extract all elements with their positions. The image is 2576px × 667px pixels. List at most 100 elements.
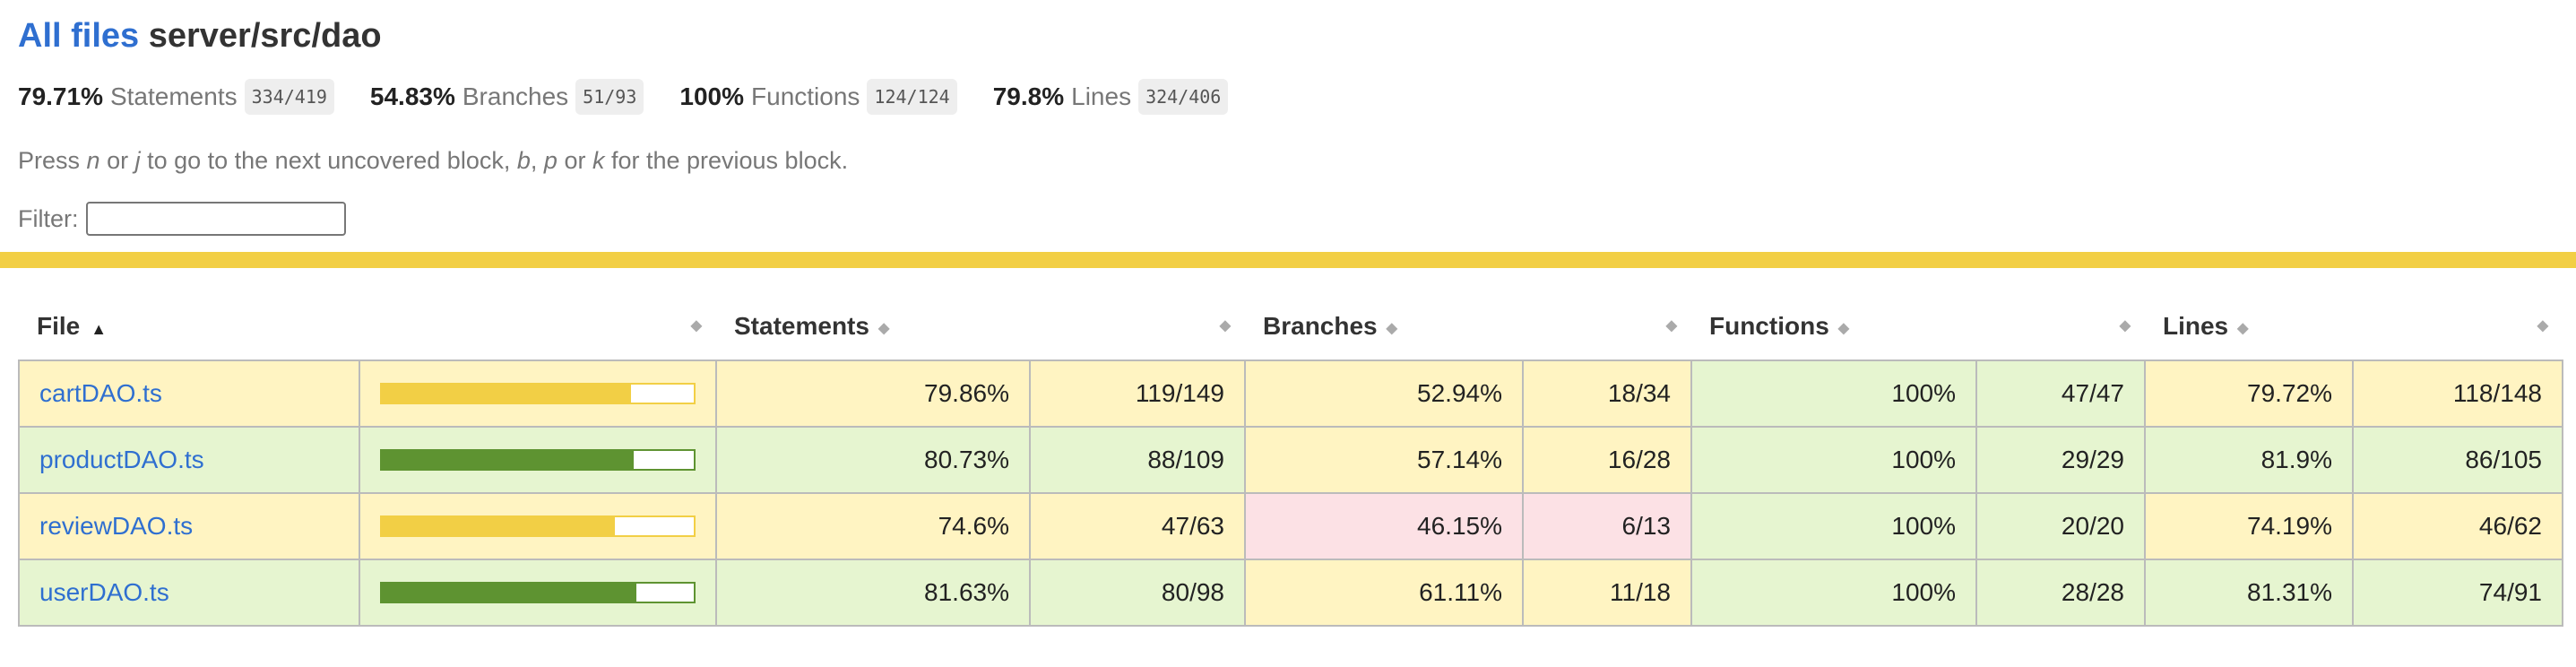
sort-icon: ◆ xyxy=(1837,320,1850,336)
functions-fraction: 20/20 xyxy=(1975,492,2146,560)
sort-icon: ◆ xyxy=(877,320,890,336)
page-title: All files server/src/dao xyxy=(18,0,2558,59)
summary-fraction: 51/93 xyxy=(575,79,644,115)
keyboard-hint: Press n or j to go to the next uncovered… xyxy=(18,147,849,174)
summary-pct: 79.71% xyxy=(18,82,103,110)
branches-fraction: 16/28 xyxy=(1522,426,1692,494)
coverage-bar-fill xyxy=(382,517,615,535)
statements-fraction: 88/109 xyxy=(1029,426,1246,494)
sort-icon: ◆ xyxy=(2537,318,2548,334)
col-statements-raw[interactable]: ◆ xyxy=(1030,293,1245,360)
coverage-bar-cell xyxy=(359,426,717,494)
statements-fraction: 80/98 xyxy=(1029,559,1246,627)
col-file-bar[interactable]: ◆ xyxy=(359,293,716,360)
branches-fraction: 11/18 xyxy=(1522,559,1692,627)
branches-fraction: 6/13 xyxy=(1522,492,1692,560)
summary-pct: 79.8% xyxy=(992,82,1065,110)
filter-label: Filter: xyxy=(18,204,79,232)
summary-branches: 54.83% Branches 51/93 xyxy=(370,79,644,115)
statements-pct: 80.73% xyxy=(715,426,1031,494)
functions-pct: 100% xyxy=(1690,492,1977,560)
all-files-link[interactable]: All files xyxy=(18,17,139,55)
summary-functions: 100% Functions 124/124 xyxy=(679,79,957,115)
lines-pct: 81.31% xyxy=(2144,559,2354,627)
sort-icon: ◆ xyxy=(2237,320,2249,336)
statements-pct: 79.86% xyxy=(715,359,1031,428)
col-branches-raw[interactable]: ◆ xyxy=(1523,293,1691,360)
file-link[interactable]: userDAO.ts xyxy=(39,578,169,606)
col-functions-raw[interactable]: ◆ xyxy=(1976,293,2145,360)
branches-pct: 61.11% xyxy=(1244,559,1524,627)
sort-asc-icon: ▲ xyxy=(91,320,108,338)
table-row: userDAO.ts 81.63% 80/98 61.11% 11/18 100% 28/2… xyxy=(18,559,2563,627)
branches-pct: 52.94% xyxy=(1244,359,1524,428)
file-cell: productDAO.ts xyxy=(18,426,360,494)
file-link[interactable]: reviewDAO.ts xyxy=(39,512,193,540)
statements-pct: 81.63% xyxy=(715,559,1031,627)
lines-pct: 74.19% xyxy=(2144,492,2354,560)
summary-pct: 100% xyxy=(679,82,745,110)
coverage-bar-fill xyxy=(382,451,634,469)
table-row: cartDAO.ts 79.86% 119/149 52.94% 18/34 100% 47… xyxy=(18,359,2563,428)
col-lines[interactable]: Lines ◆ xyxy=(2145,293,2353,360)
lines-fraction: 118/148 xyxy=(2352,359,2563,428)
table-row: productDAO.ts 80.73% 88/109 57.14% 16/28 100%… xyxy=(18,426,2563,494)
coverage-bar-cell xyxy=(359,359,717,428)
col-statements[interactable]: Statements ◆ xyxy=(716,293,1030,360)
branches-pct: 57.14% xyxy=(1244,426,1524,494)
functions-pct: 100% xyxy=(1690,559,1977,627)
functions-fraction: 47/47 xyxy=(1975,359,2146,428)
coverage-bar-fill xyxy=(382,584,637,602)
file-cell: cartDAO.ts xyxy=(18,359,360,428)
summary-label: Lines xyxy=(1071,82,1132,110)
lines-fraction: 74/91 xyxy=(2352,559,2563,627)
coverage-bar-cell xyxy=(359,492,717,560)
coverage-bar xyxy=(380,582,696,603)
sort-icon: ◆ xyxy=(1386,320,1397,336)
summary-pct: 54.83% xyxy=(369,82,455,110)
col-functions[interactable]: Functions ◆ xyxy=(1691,293,1976,360)
col-branches[interactable]: Branches ◆ xyxy=(1245,293,1523,360)
col-file[interactable]: File ▲ xyxy=(19,293,359,360)
sort-icon: ◆ xyxy=(2119,318,2131,334)
lines-pct: 81.9% xyxy=(2144,426,2354,494)
coverage-table: File ▲ ◆ Statements ◆ ◆ Branches ◆ ◆ Functi… xyxy=(18,293,2563,627)
functions-fraction: 29/29 xyxy=(1975,426,2146,494)
summary-statements: 79.71% Statements 334/419 xyxy=(18,79,334,115)
coverage-bar xyxy=(380,515,696,537)
functions-pct: 100% xyxy=(1690,359,1977,428)
col-lines-raw[interactable]: ◆ xyxy=(2353,293,2563,360)
coverage-bar-fill xyxy=(382,385,631,403)
filter-input[interactable] xyxy=(85,202,346,236)
lines-fraction: 46/62 xyxy=(2352,492,2563,560)
branches-fraction: 18/34 xyxy=(1522,359,1692,428)
file-cell: userDAO.ts xyxy=(18,559,360,627)
lines-pct: 79.72% xyxy=(2144,359,2354,428)
coverage-bar-cell xyxy=(359,559,717,627)
sort-icon: ◆ xyxy=(690,318,702,334)
statements-pct: 74.6% xyxy=(715,492,1031,560)
coverage-bar xyxy=(380,449,696,471)
status-bar xyxy=(0,252,2576,268)
coverage-summary: 79.71% Statements 334/419 54.83% Branche… xyxy=(18,77,2558,117)
summary-fraction: 124/124 xyxy=(867,79,957,115)
summary-label: Functions xyxy=(751,82,860,110)
table-row: reviewDAO.ts 74.6% 47/63 46.15% 6/13 100% 20/2… xyxy=(18,492,2563,560)
directory-path: server/src/dao xyxy=(148,17,382,55)
summary-label: Statements xyxy=(109,82,238,110)
summary-label: Branches xyxy=(462,82,569,110)
functions-pct: 100% xyxy=(1690,426,1977,494)
filter-row: Filter: xyxy=(18,202,2558,236)
statements-fraction: 47/63 xyxy=(1029,492,1246,560)
coverage-bar xyxy=(380,383,696,404)
sort-icon: ◆ xyxy=(1219,318,1231,334)
lines-fraction: 86/105 xyxy=(2352,426,2563,494)
file-link[interactable]: productDAO.ts xyxy=(39,446,204,473)
summary-fraction: 324/406 xyxy=(1138,79,1229,115)
statements-fraction: 119/149 xyxy=(1029,359,1246,428)
summary-lines: 79.8% Lines 324/406 xyxy=(993,79,1229,115)
summary-fraction: 334/419 xyxy=(244,79,334,115)
branches-pct: 46.15% xyxy=(1244,492,1524,560)
file-link[interactable]: cartDAO.ts xyxy=(39,379,162,407)
sort-icon: ◆ xyxy=(1665,318,1677,334)
